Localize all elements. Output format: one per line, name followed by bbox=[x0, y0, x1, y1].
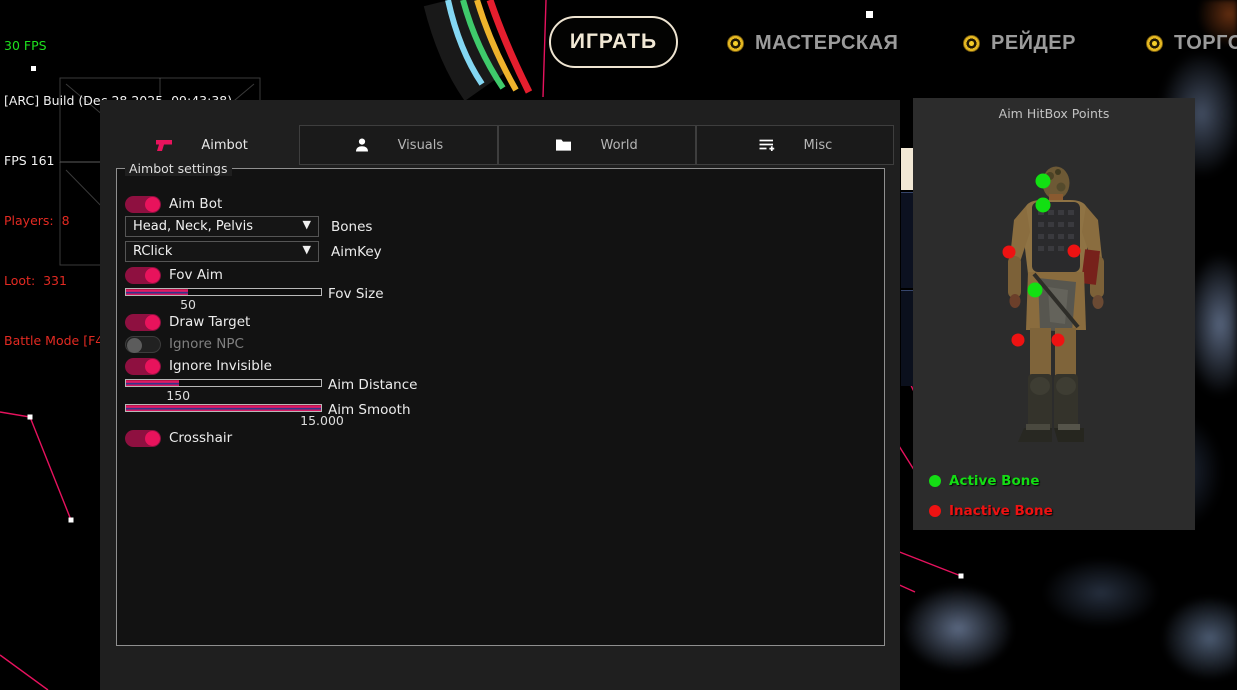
hitbox-point-right-thigh bbox=[1052, 334, 1065, 347]
select-value: RClick bbox=[133, 244, 172, 259]
aimbot-settings-group: Aimbot settings Aim Bot Head, Neck, Pelv… bbox=[116, 168, 885, 646]
select-value: Head, Neck, Pelvis bbox=[133, 219, 253, 234]
hud-fps-overlay: 30 FPS bbox=[4, 40, 232, 51]
menu-item-label: МАСТЕРСКАЯ bbox=[755, 32, 898, 55]
menu-item-workshop[interactable]: МАСТЕРСКАЯ bbox=[727, 27, 898, 59]
fov-size-label: Fov Size bbox=[328, 286, 384, 302]
ignore-invisible-toggle[interactable]: Ignore Invisible bbox=[125, 357, 272, 375]
slider-track[interactable] bbox=[125, 379, 322, 387]
active-bone-dot bbox=[929, 475, 941, 487]
aim-smooth-label: Aim Smooth bbox=[328, 402, 411, 418]
toggle-track[interactable] bbox=[125, 430, 161, 447]
hitbox-point-pelvis bbox=[1028, 283, 1043, 298]
legend-inactive-bone: Inactive Bone bbox=[929, 502, 1053, 520]
toggle-knob bbox=[145, 197, 160, 212]
rainbow-banner bbox=[448, 0, 529, 92]
bones-select[interactable]: Head, Neck, Pelvis ▼ bbox=[125, 216, 319, 237]
hitbox-panel: Aim HitBox Points bbox=[913, 98, 1195, 530]
slider-value: 50 bbox=[180, 297, 196, 312]
background-ice-bottom bbox=[897, 528, 1237, 690]
toggle-label: Ignore Invisible bbox=[169, 358, 272, 374]
legend-label: Inactive Bone bbox=[949, 503, 1053, 519]
toggle-track[interactable] bbox=[125, 358, 161, 375]
hitbox-point-left-thigh bbox=[1012, 334, 1025, 347]
fov-aim-toggle[interactable]: Fov Aim bbox=[125, 266, 223, 284]
legend-active-bone: Active Bone bbox=[929, 472, 1040, 490]
gun-icon bbox=[154, 138, 173, 153]
playlist-icon bbox=[758, 137, 776, 153]
coin-icon bbox=[1146, 35, 1163, 52]
slider-fill bbox=[126, 405, 321, 411]
chevron-down-icon: ▼ bbox=[303, 218, 311, 231]
tab-label: Visuals bbox=[398, 138, 444, 153]
toggle-track[interactable] bbox=[125, 314, 161, 331]
tab-visuals[interactable]: Visuals bbox=[299, 125, 497, 165]
slider-track[interactable] bbox=[125, 288, 322, 296]
inactive-bone-dot bbox=[929, 505, 941, 517]
crosshair-toggle[interactable]: Crosshair bbox=[125, 429, 232, 447]
group-title: Aimbot settings bbox=[125, 161, 232, 176]
toggle-label: Draw Target bbox=[169, 314, 250, 330]
play-button[interactable]: ИГРАТЬ bbox=[549, 16, 678, 68]
toggle-knob bbox=[145, 431, 160, 446]
ignore-npc-toggle[interactable]: Ignore NPC bbox=[125, 335, 244, 353]
legend-label: Active Bone bbox=[949, 473, 1040, 489]
aimkey-label: AimKey bbox=[331, 244, 382, 260]
toggle-label: Crosshair bbox=[169, 430, 232, 446]
aim-smooth-slider[interactable]: 15.000 bbox=[125, 404, 322, 428]
hitbox-point-head bbox=[1036, 174, 1051, 189]
fov-size-slider[interactable]: 50 bbox=[125, 288, 322, 312]
coin-icon bbox=[963, 35, 980, 52]
slider-track[interactable] bbox=[125, 404, 322, 412]
toggle-knob bbox=[145, 268, 160, 283]
toggle-knob bbox=[145, 359, 160, 374]
aimkey-select[interactable]: RClick ▼ bbox=[125, 241, 319, 262]
hitbox-point-neck bbox=[1036, 198, 1051, 213]
menu-item-label: РЕЙДЕР bbox=[991, 32, 1076, 55]
toggle-knob bbox=[145, 315, 160, 330]
tab-aimbot[interactable]: Aimbot bbox=[103, 125, 299, 165]
hitbox-point-right-arm bbox=[1068, 245, 1081, 258]
toggle-label: Ignore NPC bbox=[169, 336, 244, 352]
toggle-label: Aim Bot bbox=[169, 196, 222, 212]
tab-misc[interactable]: Misc bbox=[696, 125, 894, 165]
hitbox-point-left-arm bbox=[1003, 246, 1016, 259]
draw-target-toggle[interactable]: Draw Target bbox=[125, 313, 250, 331]
slider-fill bbox=[126, 380, 179, 386]
menu-item-trade[interactable]: ТОРГО bbox=[1146, 27, 1237, 59]
toggle-track[interactable] bbox=[125, 336, 161, 353]
coin-icon bbox=[727, 35, 744, 52]
tab-label: Misc bbox=[804, 138, 833, 153]
tab-label: Aimbot bbox=[201, 138, 247, 153]
slider-fill bbox=[126, 289, 188, 295]
folder-icon bbox=[555, 138, 572, 152]
toggle-track[interactable] bbox=[125, 267, 161, 284]
chevron-down-icon: ▼ bbox=[303, 243, 311, 256]
toggle-label: Fov Aim bbox=[169, 267, 223, 283]
bones-label: Bones bbox=[331, 219, 372, 235]
tab-label: World bbox=[600, 138, 637, 153]
slider-value: 150 bbox=[166, 388, 190, 403]
aim-bot-toggle[interactable]: Aim Bot bbox=[125, 195, 222, 213]
tab-world[interactable]: World bbox=[498, 125, 696, 165]
menu-item-label: ТОРГО bbox=[1174, 32, 1237, 55]
menu-item-raider[interactable]: РЕЙДЕР bbox=[963, 27, 1076, 59]
cheat-menu-panel: Aimbot Visuals World Misc A bbox=[100, 100, 900, 690]
tab-bar: Aimbot Visuals World Misc bbox=[103, 125, 894, 165]
toggle-knob bbox=[127, 338, 142, 353]
person-icon bbox=[354, 137, 370, 153]
hitbox-points bbox=[913, 98, 1195, 530]
aim-distance-label: Aim Distance bbox=[328, 377, 417, 393]
toggle-track[interactable] bbox=[125, 196, 161, 213]
aim-distance-slider[interactable]: 150 bbox=[125, 379, 322, 403]
